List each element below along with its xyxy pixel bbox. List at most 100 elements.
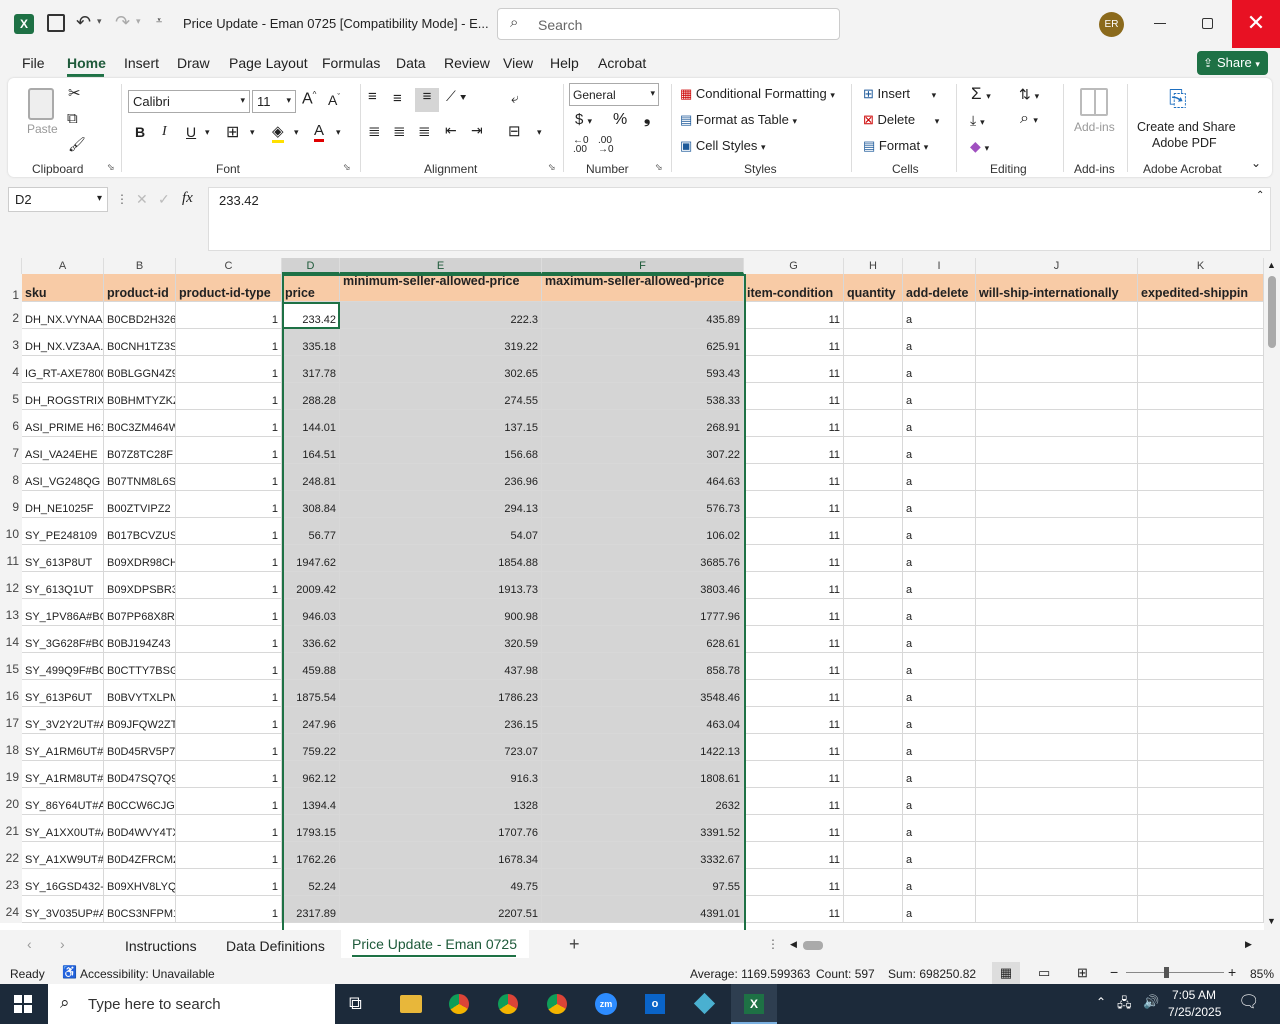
header-cell[interactable]: expedited-shippin (1138, 274, 1264, 302)
cancel-entry-icon[interactable]: ✕ (136, 191, 148, 208)
table-cell[interactable] (1138, 707, 1264, 734)
table-cell[interactable] (976, 410, 1138, 437)
cut-icon[interactable]: ✂ (68, 84, 81, 102)
align-left-icon[interactable]: ≣ (368, 122, 381, 140)
orientation-icon[interactable]: ⟋ ▾ (446, 88, 467, 105)
select-all-corner[interactable] (0, 258, 22, 274)
row-header[interactable]: 15 (0, 653, 22, 680)
table-cell[interactable]: SY_86Y64UT#AE (22, 788, 104, 815)
table-cell[interactable] (1138, 842, 1264, 869)
table-cell[interactable]: 1394.4 (282, 788, 340, 815)
table-cell[interactable]: a (903, 842, 976, 869)
table-cell[interactable] (844, 680, 903, 707)
table-cell[interactable]: 625.91 (542, 329, 744, 356)
font-size-select[interactable]: 11 ▾ (252, 90, 296, 113)
tab-view[interactable]: View (503, 55, 533, 71)
table-cell[interactable]: B00ZTVIPZ2 (104, 491, 176, 518)
table-cell[interactable]: 435.89 (542, 302, 744, 329)
table-cell[interactable] (976, 815, 1138, 842)
table-cell[interactable]: B09XHV8LYQ (104, 869, 176, 896)
add-ins-icon[interactable] (1080, 88, 1108, 116)
currency-icon[interactable]: $ ▾ (575, 111, 592, 128)
tab-review[interactable]: Review (444, 55, 490, 71)
column-header[interactable]: H (844, 258, 903, 274)
table-cell[interactable] (844, 734, 903, 761)
table-cell[interactable]: 11 (744, 572, 844, 599)
header-cell[interactable]: price (282, 274, 340, 302)
table-cell[interactable]: 1 (176, 437, 282, 464)
table-cell[interactable]: SY_3G628F#BG. (22, 626, 104, 653)
table-cell[interactable]: 1 (176, 896, 282, 923)
prev-sheet-icon[interactable]: ‹ (27, 936, 32, 952)
tab-draw[interactable]: Draw (177, 55, 210, 71)
table-cell[interactable]: 11 (744, 302, 844, 329)
table-cell[interactable]: 11 (744, 464, 844, 491)
merge-center-icon[interactable]: ⊟ (508, 122, 521, 140)
font-name-select[interactable]: Calibri ▾ (128, 90, 250, 113)
zoom-app-icon[interactable]: zm (595, 993, 617, 1015)
volume-icon[interactable]: 🔊 (1143, 994, 1159, 1010)
table-cell[interactable] (976, 518, 1138, 545)
undo-dropdown-icon[interactable]: ▾ (97, 16, 102, 27)
table-cell[interactable]: 11 (744, 410, 844, 437)
table-cell[interactable]: 900.98 (340, 599, 542, 626)
table-cell[interactable] (976, 653, 1138, 680)
table-cell[interactable] (976, 707, 1138, 734)
align-bottom-icon[interactable]: ≡ (415, 88, 439, 112)
table-cell[interactable]: 1707.76 (340, 815, 542, 842)
wrap-text-icon[interactable]: ⤶ (511, 90, 519, 107)
create-pdf-icon[interactable]: ⎘ (1169, 86, 1187, 112)
table-cell[interactable]: B0CS3NFPM1 (104, 896, 176, 923)
table-cell[interactable]: 11 (744, 518, 844, 545)
zoom-slider-thumb[interactable] (1164, 967, 1169, 978)
align-top-icon[interactable]: ≡ (368, 88, 377, 105)
table-cell[interactable]: 11 (744, 437, 844, 464)
table-cell[interactable]: 1 (176, 356, 282, 383)
table-cell[interactable]: DH_NX.VYNAA.( (22, 302, 104, 329)
row-header[interactable]: 22 (0, 842, 22, 869)
table-cell[interactable]: 1854.88 (340, 545, 542, 572)
table-cell[interactable] (976, 464, 1138, 491)
table-cell[interactable]: 723.07 (340, 734, 542, 761)
table-cell[interactable]: 11 (744, 491, 844, 518)
table-cell[interactable]: 11 (744, 815, 844, 842)
table-cell[interactable] (844, 464, 903, 491)
table-cell[interactable]: 1793.15 (282, 815, 340, 842)
confirm-entry-icon[interactable]: ✓ (158, 191, 170, 208)
autosum-icon[interactable]: Σ ▾ (971, 84, 991, 104)
table-cell[interactable]: ASI_PRIME H61 (22, 410, 104, 437)
row-header[interactable]: 16 (0, 680, 22, 707)
number-launcher-icon[interactable]: ⬂ (655, 162, 663, 173)
normal-view-icon[interactable]: ▦ (992, 962, 1020, 984)
table-cell[interactable]: 1 (176, 653, 282, 680)
table-cell[interactable] (1138, 734, 1264, 761)
table-cell[interactable]: SY_A1XW9UT#A (22, 842, 104, 869)
table-cell[interactable]: a (903, 545, 976, 572)
scroll-right-icon[interactable]: ▶ (1245, 939, 1252, 950)
collapse-ribbon-icon[interactable]: ⌄ (1251, 156, 1261, 170)
table-cell[interactable]: 1 (176, 734, 282, 761)
row-header[interactable]: 12 (0, 572, 22, 599)
table-cell[interactable]: SY_1PV86A#BG. (22, 599, 104, 626)
table-cell[interactable]: 2317.89 (282, 896, 340, 923)
fill-color-icon[interactable]: ◈ (272, 122, 284, 143)
vertical-scrollbar[interactable]: ▲ ▼ (1264, 258, 1280, 930)
table-cell[interactable]: 3391.52 (542, 815, 744, 842)
percent-icon[interactable]: % (613, 111, 627, 129)
table-cell[interactable] (1138, 599, 1264, 626)
row-header[interactable]: 14 (0, 626, 22, 653)
row-header[interactable]: 2 (0, 302, 22, 329)
table-cell[interactable] (844, 356, 903, 383)
table-cell[interactable] (844, 302, 903, 329)
row-header[interactable]: 7 (0, 437, 22, 464)
task-view-icon[interactable]: ⧉ (349, 993, 362, 1014)
table-cell[interactable] (976, 572, 1138, 599)
format-painter-icon[interactable]: 🖌 (68, 136, 86, 153)
italic-icon[interactable]: I (162, 124, 167, 140)
copy-icon[interactable]: ⧉ (67, 110, 78, 127)
table-cell[interactable]: 593.43 (542, 356, 744, 383)
table-cell[interactable]: B0BHMTYZKZ (104, 383, 176, 410)
insert-function-icon[interactable]: fx (182, 190, 193, 207)
table-cell[interactable] (844, 329, 903, 356)
file-explorer-icon[interactable] (400, 995, 422, 1013)
